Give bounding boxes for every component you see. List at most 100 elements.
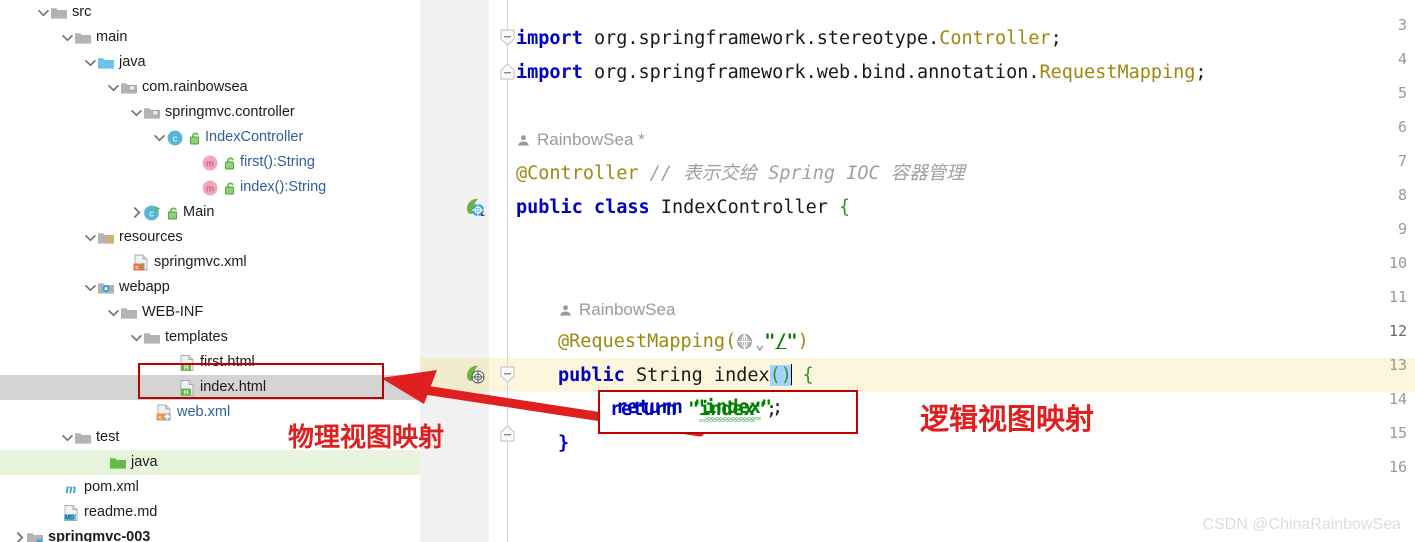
code-line-close-brace[interactable]: }	[558, 427, 569, 461]
tree-item-index-html[interactable]: Hindex.html	[0, 375, 420, 400]
folder-resources-icon	[97, 230, 115, 246]
svg-text:H: H	[184, 364, 189, 371]
package-icon	[143, 105, 161, 121]
code-line-return[interactable]: return "index";	[610, 393, 777, 427]
tree-item-label: springmvc.xml	[154, 254, 247, 270]
fold-marker-line12[interactable]	[500, 366, 515, 383]
return-view-name[interactable]: index	[699, 399, 755, 422]
chevron-down-icon[interactable]	[84, 275, 97, 300]
code-line-method-decl[interactable]: public String index() {	[558, 359, 814, 393]
svg-text:m: m	[206, 158, 214, 169]
chevron-right-icon[interactable]	[130, 200, 143, 225]
chevron-down-icon[interactable]	[84, 50, 97, 75]
no-chevron-spacer	[96, 450, 109, 475]
code-author-hint-1[interactable]: RainbowSea *	[516, 126, 645, 154]
tree-item-web-inf[interactable]: WEB-INF	[0, 300, 420, 325]
chevron-down-icon[interactable]	[37, 0, 50, 25]
project-tree-panel[interactable]: src main java com.rainbowsea springmvc.contr…	[0, 0, 420, 542]
line-number: 9	[1397, 220, 1407, 238]
code-line-import-2[interactable]: import org.springframework.web.bind.anno…	[516, 56, 1207, 90]
chevron-down-icon[interactable]	[84, 225, 97, 250]
tree-item-first-html[interactable]: Hfirst.html	[0, 350, 420, 375]
tree-item-index-string[interactable]: m index():String	[0, 175, 420, 200]
chevron-down-icon[interactable]	[153, 125, 166, 150]
author-label-1: RainbowSea *	[537, 130, 645, 149]
no-chevron-spacer	[119, 250, 132, 275]
tree-item-label: java	[119, 54, 146, 70]
tree-item-main[interactable]: c Main	[0, 200, 420, 225]
keyword-public: public	[516, 197, 583, 218]
chevron-down-icon[interactable]	[61, 425, 74, 450]
spring-bean-icon-line8[interactable]	[464, 196, 486, 218]
tree-item-templates[interactable]: templates	[0, 325, 420, 350]
mapping-path[interactable]: /	[775, 331, 786, 352]
tree-item-readme-md[interactable]: MD readme.md	[0, 500, 420, 525]
tree-item-label: first():String	[240, 154, 315, 170]
tree-item-webapp[interactable]: webapp	[0, 275, 420, 300]
semicolon-2: ;	[1195, 62, 1207, 83]
chevron-down-icon[interactable]	[61, 25, 74, 50]
folder-webapp-icon	[97, 280, 115, 296]
url-globe-icon[interactable]	[736, 329, 755, 363]
tree-item-label: index():String	[240, 179, 327, 195]
chevron-down-icon[interactable]	[130, 100, 143, 125]
tree-item-indexcontroller[interactable]: c IndexController	[0, 125, 420, 150]
tree-item-web-xml[interactable]: < web.xml	[0, 400, 420, 425]
line-number: 7	[1397, 152, 1407, 170]
tree-item-label: test	[96, 429, 120, 445]
unlocked-visibility-icon	[189, 130, 202, 145]
tree-item-label: Main	[183, 204, 215, 220]
return-type: String	[624, 365, 714, 386]
method-parens-selection[interactable]: ()	[769, 365, 792, 386]
fold-marker-line14[interactable]	[500, 425, 515, 442]
no-chevron-spacer	[49, 500, 62, 525]
spring-bean-icon-line12[interactable]	[464, 363, 486, 385]
fold-marker-line5[interactable]	[500, 63, 515, 80]
line-number: 12	[1388, 322, 1407, 340]
tree-item-test[interactable]: test	[0, 425, 420, 450]
code-line-import-1[interactable]: import org.springframework.stereotype.Co…	[516, 22, 1062, 56]
tree-item-springmvc-003[interactable]: springmvc-003	[0, 525, 420, 542]
tree-item-label: resources	[119, 229, 183, 245]
tree-item-springmvc-controller[interactable]: springmvc.controller	[0, 100, 420, 125]
tree-item-java[interactable]: java	[0, 50, 420, 75]
folder-gray-icon	[74, 430, 92, 446]
chevron-down-icon[interactable]	[107, 300, 120, 325]
code-author-hint-2[interactable]: RainbowSea	[558, 296, 675, 324]
no-chevron-spacer	[49, 475, 62, 500]
editor-gutter[interactable]	[420, 0, 489, 542]
code-editor[interactable]: 3 4 5 6 7 8 9 10 11 12 13 14 15 16 impor…	[420, 0, 1415, 542]
web-xml-file-icon: <	[155, 404, 173, 422]
fold-marker-line4[interactable]	[500, 29, 515, 46]
tree-item-pom-xml[interactable]: m pom.xml	[0, 475, 420, 500]
svg-text:m: m	[66, 482, 77, 497]
tree-item-label: com.rainbowsea	[142, 79, 248, 95]
tree-item-first-string[interactable]: m first():String	[0, 150, 420, 175]
tree-item-java[interactable]: java	[0, 450, 420, 475]
no-chevron-spacer	[188, 175, 201, 200]
method-open-brace: {	[791, 365, 814, 386]
no-chevron-spacer	[165, 375, 178, 400]
tree-item-com-rainbowsea[interactable]: com.rainbowsea	[0, 75, 420, 100]
code-line-controller-annotation[interactable]: @Controller // 表示交给 Spring IOC 容器管理	[516, 157, 965, 191]
tree-item-main[interactable]: main	[0, 25, 420, 50]
unlocked-icon	[190, 132, 199, 145]
tree-item-springmvc-xml[interactable]: < springmvc.xml	[0, 250, 420, 275]
chevron-right-icon[interactable]	[13, 525, 26, 542]
code-line-class-decl[interactable]: public class IndexController {	[516, 191, 850, 225]
tree-item-resources[interactable]: resources	[0, 225, 420, 250]
chevron-down-icon[interactable]	[130, 325, 143, 350]
chevron-down-icon[interactable]: ⌄	[755, 327, 764, 361]
code-line-requestmapping[interactable]: @RequestMapping(⌄"/")	[558, 325, 809, 359]
chevron-down-icon[interactable]	[107, 75, 120, 100]
tree-item-src[interactable]: src	[0, 0, 420, 25]
